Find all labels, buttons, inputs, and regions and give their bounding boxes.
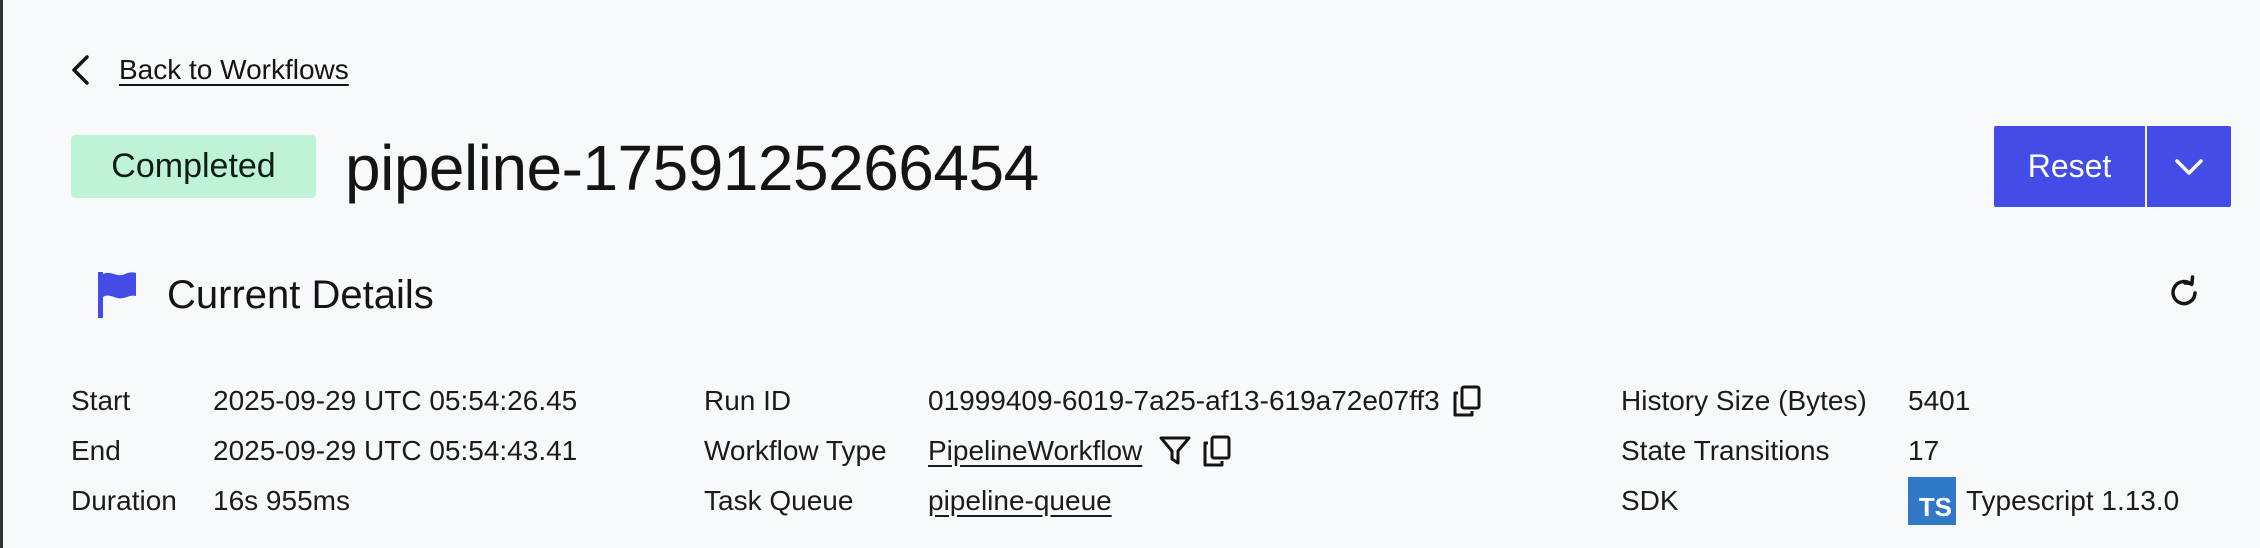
end-label: End — [71, 435, 121, 466]
task-queue-link[interactable]: pipeline-queue — [928, 485, 1112, 517]
copy-icon — [1203, 435, 1231, 467]
reset-button-group: Reset — [1994, 126, 2231, 207]
detail-row-start: Start 2025-09-29 UTC 05:54:26.45 — [71, 376, 577, 426]
sdk-label: SDK — [1621, 485, 1679, 516]
task-queue-label: Task Queue — [704, 485, 854, 516]
detail-row-state-transitions: State Transitions 17 — [1621, 426, 2179, 476]
detail-row-history-size: History Size (Bytes) 5401 — [1621, 376, 2179, 426]
workflow-type-value-wrap: PipelineWorkflow — [928, 435, 1232, 467]
sdk-value: Typescript 1.13.0 — [1966, 485, 2180, 516]
section-title: Current Details — [167, 272, 434, 317]
page-title: pipeline-1759125266454 — [345, 132, 1039, 204]
run-id-value: 01999409-6019-7a25-af13-619a72e07ff3 — [928, 385, 1440, 416]
refresh-button[interactable] — [2166, 275, 2202, 311]
current-details-header: Current Details — [95, 270, 434, 320]
workflow-type-link[interactable]: PipelineWorkflow — [928, 435, 1142, 467]
filter-icon — [1159, 436, 1191, 465]
detail-row-sdk: SDK TS Typescript 1.13.0 — [1621, 476, 2179, 526]
detail-row-end: End 2025-09-29 UTC 05:54:43.41 — [71, 426, 577, 476]
reset-button[interactable]: Reset — [1994, 126, 2145, 207]
status-badge: Completed — [71, 135, 316, 198]
flag-icon — [98, 272, 136, 318]
reset-options-dropdown-button[interactable] — [2147, 126, 2231, 207]
start-label: Start — [71, 385, 131, 416]
typescript-logo-icon: TS — [1908, 477, 1956, 525]
detail-row-task-queue: Task Queue pipeline-queue — [704, 476, 1482, 526]
details-column-run: Run ID 01999409-6019-7a25-af13-619a72e07… — [704, 376, 1482, 526]
history-size-value: 5401 — [1908, 385, 1971, 416]
copy-workflow-type-button[interactable] — [1202, 435, 1232, 467]
details-column-times: Start 2025-09-29 UTC 05:54:26.45 End 202… — [71, 376, 577, 526]
start-value: 2025-09-29 UTC 05:54:26.45 — [213, 385, 578, 416]
detail-row-workflow-type: Workflow Type PipelineWorkflow — [704, 426, 1482, 476]
duration-label: Duration — [71, 485, 177, 516]
state-transitions-value: 17 — [1908, 435, 1940, 466]
history-size-label: History Size (Bytes) — [1621, 385, 1867, 416]
chevron-left-icon — [72, 55, 89, 85]
refresh-icon — [2171, 275, 2197, 306]
run-id-label: Run ID — [704, 385, 792, 416]
copy-icon — [1453, 385, 1481, 417]
sdk-value-wrap: TS Typescript 1.13.0 — [1908, 477, 2179, 525]
chevron-down-icon — [2175, 158, 2203, 175]
detail-row-duration: Duration 16s 955ms — [71, 476, 577, 526]
task-queue-value-wrap: pipeline-queue — [928, 485, 1112, 517]
copy-run-id-button[interactable] — [1452, 385, 1482, 417]
filter-by-workflow-type-button[interactable] — [1158, 435, 1192, 467]
detail-row-run-id: Run ID 01999409-6019-7a25-af13-619a72e07… — [704, 376, 1482, 426]
end-value: 2025-09-29 UTC 05:54:43.41 — [213, 435, 578, 466]
details-column-stats: History Size (Bytes) 5401 State Transiti… — [1621, 376, 2179, 526]
duration-value: 16s 955ms — [213, 485, 350, 516]
workflow-type-label: Workflow Type — [704, 435, 887, 466]
back-to-workflows-link[interactable]: Back to Workflows — [69, 52, 349, 88]
state-transitions-label: State Transitions — [1621, 435, 1830, 466]
back-link-label: Back to Workflows — [119, 54, 349, 85]
run-id-value-wrap: 01999409-6019-7a25-af13-619a72e07ff3 — [928, 385, 1482, 417]
